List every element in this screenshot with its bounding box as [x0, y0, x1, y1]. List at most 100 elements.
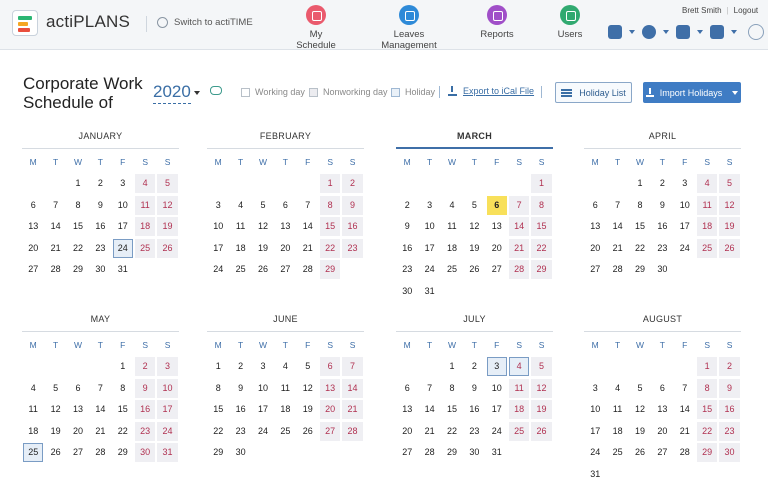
day-cell[interactable]: 15 [442, 400, 462, 419]
day-cell[interactable]: 26 [464, 260, 484, 279]
day-cell[interactable]: 19 [45, 422, 65, 441]
day-cell[interactable]: 24 [157, 421, 178, 441]
day-cell[interactable]: 23 [230, 422, 250, 441]
day-cell[interactable]: 8 [630, 196, 650, 215]
day-cell[interactable]: 10 [675, 196, 695, 215]
day-cell[interactable]: 17 [585, 422, 605, 441]
day-cell[interactable]: 18 [230, 239, 250, 258]
day-cell[interactable]: 24 [585, 443, 605, 462]
day-cell[interactable]: 28 [419, 443, 439, 462]
day-cell[interactable]: 2 [397, 196, 417, 215]
day-cell[interactable]: 14 [90, 400, 110, 419]
day-cell[interactable]: 18 [134, 217, 156, 236]
day-cell[interactable]: 12 [45, 400, 65, 419]
day-cell[interactable]: 5 [464, 196, 484, 215]
day-cell[interactable]: 8 [696, 378, 718, 398]
day-cell[interactable]: 10 [585, 400, 605, 419]
day-cell[interactable]: 26 [157, 238, 178, 258]
day-cell[interactable]: 20 [319, 400, 341, 419]
day-cell[interactable]: 1 [696, 357, 718, 376]
day-cell[interactable]: 4 [23, 379, 43, 398]
day-cell[interactable]: 6 [585, 196, 605, 215]
nav-leaves-management[interactable]: Leaves Management [366, 5, 452, 51]
day-cell[interactable]: 1 [208, 357, 228, 376]
day-cell[interactable]: 8 [68, 196, 88, 215]
day-cell[interactable]: 25 [508, 421, 530, 441]
day-cell[interactable]: 3 [113, 174, 133, 193]
day-cell[interactable]: 24 [208, 260, 228, 279]
day-cell[interactable]: 12 [298, 379, 318, 398]
day-cell[interactable]: 14 [508, 217, 530, 236]
day-cell[interactable]: 28 [342, 421, 363, 441]
day-cell[interactable]: 21 [298, 239, 318, 258]
day-cell[interactable]: 12 [464, 217, 484, 236]
day-cell[interactable]: 11 [508, 378, 530, 398]
day-cell[interactable]: 11 [134, 195, 156, 215]
day-cell[interactable]: 20 [275, 239, 295, 258]
day-cell[interactable]: 6 [397, 379, 417, 398]
day-cell[interactable]: 23 [397, 260, 417, 279]
day-cell[interactable]: 6 [23, 196, 43, 215]
user-name[interactable]: Brett Smith [682, 6, 722, 15]
day-cell[interactable]: 30 [230, 443, 250, 462]
day-cell[interactable]: 9 [342, 195, 363, 215]
day-cell[interactable]: 28 [90, 443, 110, 462]
day-cell[interactable]: 10 [208, 217, 228, 236]
day-cell[interactable]: 14 [607, 217, 627, 236]
day-cell[interactable]: 30 [134, 443, 156, 462]
day-cell[interactable]: 4 [508, 357, 530, 376]
day-cell[interactable]: 16 [134, 400, 156, 419]
year-selector[interactable]: 2020 [153, 82, 191, 104]
day-cell[interactable]: 1 [319, 174, 341, 193]
day-cell[interactable]: 3 [419, 196, 439, 215]
day-cell[interactable]: 21 [508, 238, 530, 258]
day-cell[interactable]: 15 [630, 217, 650, 236]
day-cell[interactable]: 11 [442, 217, 462, 236]
lightbulb-icon[interactable] [748, 24, 764, 40]
day-cell[interactable]: 5 [719, 174, 740, 193]
day-cell[interactable]: 27 [585, 260, 605, 279]
day-cell[interactable]: 8 [531, 195, 552, 215]
day-cell[interactable]: 11 [607, 400, 627, 419]
day-cell[interactable]: 30 [464, 443, 484, 462]
day-cell[interactable]: 3 [585, 379, 605, 398]
day-cell[interactable]: 27 [397, 443, 417, 462]
day-cell[interactable]: 22 [319, 238, 341, 258]
day-cell[interactable]: 10 [487, 379, 507, 398]
day-cell[interactable]: 26 [531, 421, 552, 441]
day-cell[interactable]: 1 [68, 174, 88, 193]
day-cell[interactable]: 18 [442, 239, 462, 258]
day-cell[interactable]: 10 [253, 379, 273, 398]
actiplans-logo[interactable] [12, 10, 38, 36]
help-icon[interactable] [710, 25, 724, 39]
day-cell[interactable]: 28 [675, 443, 695, 462]
day-cell[interactable]: 17 [253, 400, 273, 419]
day-cell[interactable]: 11 [230, 217, 250, 236]
day-cell[interactable]: 6 [486, 195, 507, 215]
day-cell[interactable]: 16 [464, 400, 484, 419]
day-cell[interactable]: 31 [585, 465, 605, 484]
day-cell[interactable]: 7 [90, 379, 110, 398]
day-cell[interactable]: 16 [652, 217, 672, 236]
day-cell[interactable]: 7 [342, 357, 363, 376]
day-cell[interactable]: 11 [696, 195, 718, 215]
day-cell[interactable]: 24 [419, 260, 439, 279]
day-cell[interactable]: 22 [208, 422, 228, 441]
day-cell[interactable]: 24 [675, 239, 695, 258]
day-cell[interactable]: 6 [275, 196, 295, 215]
day-cell[interactable]: 22 [442, 422, 462, 441]
day-cell[interactable]: 7 [298, 196, 318, 215]
day-cell[interactable]: 19 [298, 400, 318, 419]
day-cell[interactable]: 23 [719, 421, 740, 441]
logout-link[interactable]: Logout [734, 6, 758, 15]
day-cell[interactable]: 1 [630, 174, 650, 193]
day-cell[interactable]: 13 [319, 378, 341, 398]
day-cell[interactable]: 9 [90, 196, 110, 215]
day-cell[interactable]: 1 [531, 174, 552, 193]
chevron-down-icon[interactable] [663, 30, 669, 34]
day-cell[interactable]: 29 [319, 260, 341, 279]
day-cell[interactable]: 7 [607, 196, 627, 215]
day-cell[interactable]: 20 [68, 422, 88, 441]
day-cell[interactable]: 30 [719, 443, 740, 462]
day-cell[interactable]: 5 [253, 196, 273, 215]
